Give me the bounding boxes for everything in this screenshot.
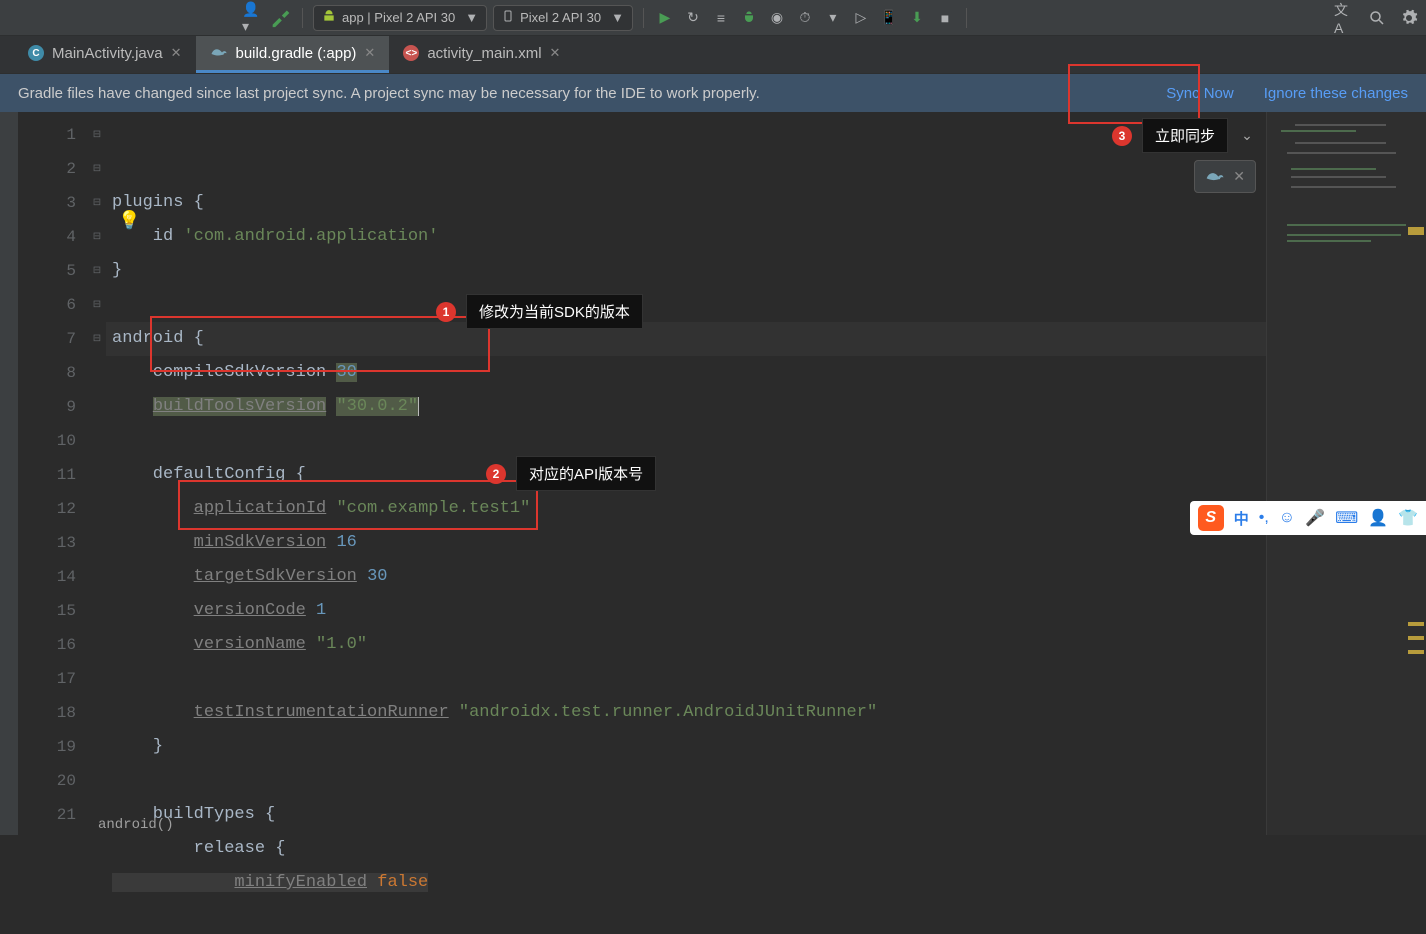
editor-tabs: C MainActivity.java ✕ build.gradle (:app… <box>0 36 1426 74</box>
device-label: Pixel 2 API 30 <box>520 10 601 25</box>
fold-toggle[interactable]: ⊟ <box>88 152 106 186</box>
gradle-sync-icon[interactable] <box>1205 167 1225 186</box>
close-icon[interactable]: ✕ <box>550 45 561 61</box>
close-icon[interactable]: ✕ <box>364 45 375 61</box>
android-icon <box>322 9 336 26</box>
tab-mainactivity[interactable]: C MainActivity.java ✕ <box>14 36 196 73</box>
ignore-changes-link[interactable]: Ignore these changes <box>1264 85 1408 102</box>
chevron-down-icon: ▼ <box>611 10 624 25</box>
fold-toggle[interactable]: ⊟ <box>88 254 106 288</box>
annotation-1-label: 修改为当前SDK的版本 <box>466 294 643 329</box>
run-configuration-select[interactable]: app | Pixel 2 API 30 ▼ <box>313 5 487 31</box>
fold-toggle[interactable]: ⊟ <box>88 118 106 152</box>
line-number-gutter: 123 456 789 101112 131415 161718 192021 <box>18 112 88 835</box>
debug-icon[interactable] <box>738 7 760 29</box>
fold-gutter: ⊟ ⊟ ⊟ ⊟ ⊟ ⊟ ⊟ <box>88 112 106 835</box>
ime-keyboard-icon[interactable]: ⌨ <box>1335 508 1358 528</box>
notification-message: Gradle files have changed since last pro… <box>18 85 760 102</box>
tab-label: build.gradle (:app) <box>236 45 357 62</box>
main-toolbar: 👤▾ app | Pixel 2 API 30 ▼ Pixel 2 API 30… <box>0 0 1426 36</box>
tab-label: activity_main.xml <box>427 45 541 62</box>
code-area[interactable]: plugins { id 'com.android.application' }… <box>106 112 1266 835</box>
annotation-2-label: 对应的API版本号 <box>516 456 656 491</box>
gradle-sync-notification: Gradle files have changed since last pro… <box>0 74 1426 112</box>
ime-user-icon[interactable]: 👤 <box>1368 508 1388 528</box>
settings-icon[interactable] <box>1398 7 1420 29</box>
device-icon <box>502 9 514 26</box>
tab-build-gradle[interactable]: build.gradle (:app) ✕ <box>196 36 390 73</box>
chevron-down-icon[interactable]: ⌄ <box>1236 125 1258 147</box>
sogou-logo-icon[interactable]: S <box>1198 505 1224 531</box>
more-icon[interactable]: ▾ <box>822 7 844 29</box>
class-icon: C <box>28 45 44 61</box>
hammer-icon[interactable] <box>270 7 292 29</box>
split-handle[interactable] <box>1256 112 1266 835</box>
ime-lang[interactable]: 中 <box>1234 508 1249 529</box>
breadcrumb[interactable]: android() <box>88 815 184 835</box>
code-editor[interactable]: 123 456 789 101112 131415 161718 192021 … <box>0 112 1426 835</box>
chevron-down-icon: ▼ <box>465 10 478 25</box>
fold-toggle[interactable]: ⊟ <box>88 220 106 254</box>
search-icon[interactable] <box>1366 7 1388 29</box>
user-icon[interactable]: 👤▾ <box>242 7 264 29</box>
apply-changes-icon[interactable]: ↻ <box>682 7 704 29</box>
run-icon[interactable]: ▶ <box>654 7 676 29</box>
stop-icon[interactable]: ■ <box>934 7 956 29</box>
close-icon[interactable]: ✕ <box>171 45 182 61</box>
avd-icon[interactable]: 📱 <box>878 7 900 29</box>
translate-icon[interactable]: 文A <box>1334 7 1356 29</box>
ime-emoji-icon[interactable]: ☺ <box>1279 509 1295 527</box>
tab-label: MainActivity.java <box>52 45 163 62</box>
annotation-1: 1 修改为当前SDK的版本 <box>436 294 643 329</box>
apply-code-icon[interactable]: ≡ <box>710 7 732 29</box>
fold-toggle[interactable]: ⊟ <box>88 288 106 322</box>
sdk-icon[interactable]: ⬇ <box>906 7 928 29</box>
run-config-label: app | Pixel 2 API 30 <box>342 10 455 25</box>
close-icon[interactable]: ✕ <box>1233 168 1245 185</box>
badge-2: 2 <box>486 464 506 484</box>
badge-1: 1 <box>436 302 456 322</box>
ime-voice-icon[interactable]: 🎤 <box>1305 508 1325 528</box>
ime-punct-icon[interactable]: •, <box>1259 509 1269 527</box>
ime-toolbar[interactable]: S 中 •, ☺ 🎤 ⌨ 👤 👕 <box>1190 501 1426 535</box>
editor-minimap[interactable] <box>1266 112 1426 835</box>
fold-toggle[interactable]: ⊟ <box>88 322 106 356</box>
coverage-icon[interactable]: ◉ <box>766 7 788 29</box>
ime-skin-icon[interactable]: 👕 <box>1398 508 1418 528</box>
play-hollow-icon[interactable]: ▷ <box>850 7 872 29</box>
gradle-sync-popup: ✕ <box>1194 160 1256 193</box>
annotation-2: 2 对应的API版本号 <box>486 456 656 491</box>
sync-now-link[interactable]: Sync Now <box>1166 85 1234 102</box>
tab-activity-main-xml[interactable]: <> activity_main.xml ✕ <box>389 36 574 73</box>
annotation-3: 3 立即同步 ⌄ <box>1112 118 1258 153</box>
annotation-3-label: 立即同步 <box>1142 118 1228 153</box>
intention-bulb-icon[interactable]: 💡 <box>118 210 140 231</box>
device-select[interactable]: Pixel 2 API 30 ▼ <box>493 5 633 31</box>
xml-icon: <> <box>403 45 419 61</box>
fold-toggle[interactable]: ⊟ <box>88 186 106 220</box>
profile-icon[interactable]: ⏱ <box>794 7 816 29</box>
gradle-icon <box>210 44 228 62</box>
badge-3: 3 <box>1112 126 1132 146</box>
